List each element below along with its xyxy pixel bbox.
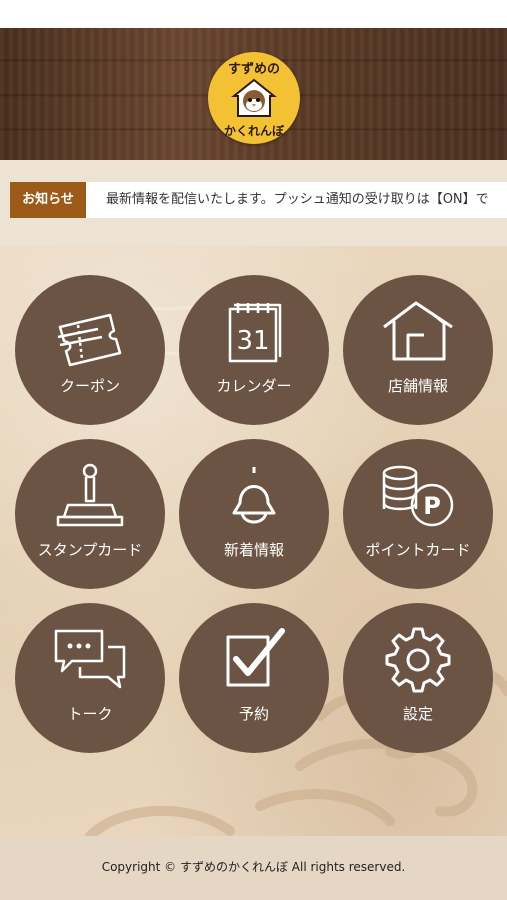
menu-point-card-button[interactable]: P ポイントカード <box>343 439 493 589</box>
footer: Copyright © すずめのかくれんぼ All rights reserve… <box>0 836 507 900</box>
stamp-icon <box>56 463 124 527</box>
news-bar: お知らせ 最新情報を配信いたします。プッシュ通知の受け取りは【ON】で <box>0 160 507 246</box>
menu-settings-button[interactable]: 設定 <box>343 603 493 753</box>
logo-text-bottom: かくれんぼ <box>223 124 284 138</box>
header: すずめの かくれんぼ <box>0 28 507 160</box>
gear-icon <box>385 627 451 693</box>
logo[interactable]: すずめの かくれんぼ <box>208 52 300 144</box>
menu-store-info-button[interactable]: 店舗情報 <box>343 275 493 425</box>
menu-label: ポイントカード <box>365 541 471 559</box>
news-label: お知らせ <box>10 182 86 218</box>
house-icon <box>383 301 453 361</box>
status-bar <box>0 0 507 28</box>
menu-label: 店舗情報 <box>387 377 448 395</box>
menu-label: スタンプカード <box>37 541 143 559</box>
menu-talk-button[interactable]: トーク <box>15 603 165 753</box>
menu-reservation-button[interactable]: 予約 <box>179 603 329 753</box>
coupon-icon <box>57 313 122 367</box>
coins-icon: P <box>382 465 454 527</box>
news-ticker[interactable]: お知らせ 最新情報を配信いたします。プッシュ通知の受け取りは【ON】で <box>10 182 507 218</box>
menu-label: 予約 <box>238 705 269 723</box>
menu-calendar-button[interactable]: 31 カレンダー <box>179 275 329 425</box>
menu-coupon-button[interactable]: クーポン <box>15 275 165 425</box>
menu-label: 新着情報 <box>223 541 284 559</box>
checkbox-icon <box>226 628 285 687</box>
menu-stamp-card-button[interactable]: スタンプカード <box>15 439 165 589</box>
news-text: 最新情報を配信いたします。プッシュ通知の受け取りは【ON】で <box>106 192 489 207</box>
menu-label: カレンダー <box>216 377 292 395</box>
menu-label: 設定 <box>402 705 433 723</box>
chat-icon <box>54 629 126 689</box>
copyright-text: Copyright © すずめのかくれんぼ All rights reserve… <box>101 860 406 874</box>
menu-news-button[interactable]: 新着情報 <box>179 439 329 589</box>
bell-icon <box>232 467 276 524</box>
calendar-icon: 31 <box>228 303 282 363</box>
sparrow-logo-icon <box>231 78 277 117</box>
point-p-text: P <box>423 492 441 520</box>
calendar-day-text: 31 <box>236 326 269 356</box>
menu-area: クーポン 31 カレンダー 店舗情報 スタンプカード 新着情報 P ポイントカー… <box>0 246 507 836</box>
menu-label: トーク <box>67 705 113 723</box>
menu-label: クーポン <box>59 377 120 395</box>
